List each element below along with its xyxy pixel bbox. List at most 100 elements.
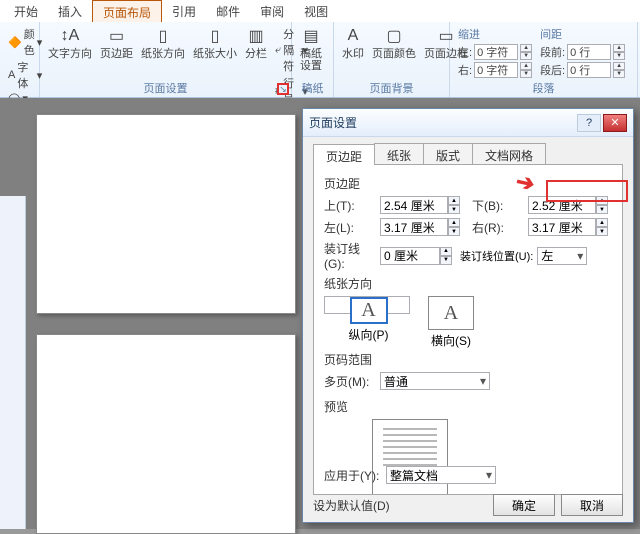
multi-pages-label: 多页(M): [324, 373, 380, 390]
margins-icon: ▭ [107, 26, 127, 46]
margin-top-input[interactable]: 2.54 厘米 [380, 196, 448, 214]
dialog-close-button[interactable]: ✕ [603, 114, 627, 132]
margin-right-up[interactable]: ▲ [596, 218, 608, 227]
ribbon-tabs: 开始 插入 页面布局 引用 邮件 审阅 视图 [0, 0, 640, 22]
margins-button[interactable]: ▭页边距 [96, 24, 137, 62]
margin-bottom-up[interactable]: ▲ [596, 196, 608, 205]
margin-top-label: 上(T): [324, 197, 380, 214]
breaks-icon: ⤶ [275, 44, 281, 57]
indent-right-down[interactable]: ▼ [520, 70, 532, 78]
margin-bottom-down[interactable]: ▼ [596, 205, 608, 214]
tab-mailings[interactable]: 邮件 [206, 0, 250, 22]
group-label-background: 页面背景 [334, 80, 449, 96]
manuscript-button[interactable]: ▤稿纸 设置 [296, 24, 326, 74]
watermark-icon: A [343, 26, 363, 46]
indent-right-up[interactable]: ▲ [520, 62, 532, 70]
columns-button[interactable]: ▥分栏 [241, 24, 271, 62]
margin-bottom-input[interactable]: 2.52 厘米 [528, 196, 596, 214]
page-color-button[interactable]: ▢页面颜色 [368, 24, 420, 62]
indent-header: 缩进 [458, 26, 532, 42]
margin-left-up[interactable]: ▲ [448, 218, 460, 227]
document-page-2[interactable] [36, 334, 296, 534]
theme-fonts-button[interactable]: A字体▾ [8, 59, 42, 91]
margin-left-input[interactable]: 3.17 厘米 [380, 218, 448, 236]
gutter-up[interactable]: ▲ [440, 247, 452, 256]
watermark-button[interactable]: A水印 [338, 24, 368, 62]
chevron-down-icon: ▾ [483, 468, 495, 482]
spacing-after-label: 段后: [540, 62, 565, 78]
spacing-after-down[interactable]: ▼ [613, 70, 625, 78]
tab-insert[interactable]: 插入 [48, 0, 92, 22]
group-background: A水印 ▢页面颜色 ▭页面边框 页面背景 [334, 22, 450, 97]
gutter-label: 装订线(G): [324, 240, 380, 271]
gutter-down[interactable]: ▼ [440, 256, 452, 265]
indent-left-label: 左: [458, 44, 472, 60]
orientation-button[interactable]: ▯纸张方向 [137, 24, 189, 62]
group-label-manuscript: 稿纸 [292, 80, 333, 96]
tab-view[interactable]: 视图 [294, 0, 338, 22]
margins-section-label: 页边距 [324, 175, 612, 192]
margin-left-label: 左(L): [324, 219, 380, 236]
dialog-tab-paper[interactable]: 纸张 [374, 143, 424, 164]
page-color-icon: ▢ [384, 26, 404, 46]
document-page-1[interactable] [36, 114, 296, 314]
dialog-tab-grid[interactable]: 文档网格 [472, 143, 546, 164]
text-direction-button[interactable]: ↕A文字方向 [44, 24, 96, 62]
margin-right-down[interactable]: ▼ [596, 227, 608, 236]
apply-to-label: 应用于(Y): [324, 467, 386, 484]
tab-page-layout[interactable]: 页面布局 [92, 0, 162, 22]
multi-pages-select[interactable]: 普通▾ [380, 372, 490, 390]
indent-left-input[interactable]: 0 字符 [474, 44, 518, 60]
dialog-help-button[interactable]: ? [577, 114, 601, 132]
spacing-before-input[interactable]: 0 行 [567, 44, 611, 60]
tab-home[interactable]: 开始 [4, 0, 48, 22]
spacing-after-up[interactable]: ▲ [613, 62, 625, 70]
margin-right-label: 右(R): [472, 219, 528, 236]
size-button[interactable]: ▯纸张大小 [189, 24, 241, 62]
indent-left-up[interactable]: ▲ [520, 44, 532, 52]
dialog-titlebar: 页面设置 ? ✕ [303, 109, 633, 137]
tab-review[interactable]: 审阅 [250, 0, 294, 22]
group-label-page-setup: 页面设置 [40, 80, 291, 96]
dialog-title: 页面设置 [309, 114, 357, 131]
tab-references[interactable]: 引用 [162, 0, 206, 22]
page-setup-dialog-launcher[interactable]: ↘ [277, 83, 289, 95]
ok-button[interactable]: 确定 [493, 494, 555, 516]
spacing-after-input[interactable]: 0 行 [567, 62, 611, 78]
spacing-before-down[interactable]: ▼ [613, 52, 625, 60]
orientation-portrait[interactable]: A纵向(P) [324, 296, 410, 314]
indent-left-down[interactable]: ▼ [520, 52, 532, 60]
preview-section-label: 预览 [324, 398, 612, 415]
theme-colors-button[interactable]: 🔶颜色▾ [8, 26, 42, 58]
portrait-icon: A [361, 299, 375, 322]
group-themes: 🔶颜色▾ A字体▾ ◯▾ [0, 22, 40, 97]
gutter-input[interactable]: 0 厘米 [380, 247, 440, 265]
indent-right-label: 右: [458, 62, 472, 78]
chevron-down-icon: ▾ [574, 249, 586, 263]
spacing-before-up[interactable]: ▲ [613, 44, 625, 52]
pages-section-label: 页码范围 [324, 351, 612, 368]
set-default-button[interactable]: 设为默认值(D) [313, 497, 390, 514]
dialog-tab-layout[interactable]: 版式 [423, 143, 473, 164]
margin-top-up[interactable]: ▲ [448, 196, 460, 205]
spacing-header: 间距 [540, 26, 625, 42]
vertical-ruler [0, 196, 26, 529]
gutter-pos-select[interactable]: 左▾ [537, 247, 587, 265]
page-setup-dialog: 页面设置 ? ✕ 页边距 纸张 版式 文档网格 页边距 上(T): 2.54 厘… [302, 108, 634, 523]
apply-to-select[interactable]: 整篇文档▾ [386, 466, 496, 484]
chevron-down-icon: ▾ [477, 374, 489, 388]
margin-right-input[interactable]: 3.17 厘米 [528, 218, 596, 236]
group-label-paragraph: 段落 [450, 80, 637, 96]
landscape-icon: A [444, 302, 458, 325]
margin-top-down[interactable]: ▼ [448, 205, 460, 214]
dialog-tab-margins[interactable]: 页边距 [313, 144, 375, 165]
manuscript-icon: ▤ [301, 26, 321, 46]
indent-right-input[interactable]: 0 字符 [474, 62, 518, 78]
orientation-landscape[interactable]: A横向(S) [428, 296, 474, 349]
orientation-icon: ▯ [153, 26, 173, 46]
margin-left-down[interactable]: ▼ [448, 227, 460, 236]
group-page-setup: ↕A文字方向 ▭页边距 ▯纸张方向 ▯纸张大小 ▥分栏 ⤶分隔符▾ #行号▾ b… [40, 22, 292, 97]
group-paragraph: 缩进 左:0 字符▲▼ 右:0 字符▲▼ 间距 段前:0 行▲▼ 段后:0 行▲… [450, 22, 638, 97]
cancel-button[interactable]: 取消 [561, 494, 623, 516]
orientation-section-label: 纸张方向 [324, 275, 612, 292]
